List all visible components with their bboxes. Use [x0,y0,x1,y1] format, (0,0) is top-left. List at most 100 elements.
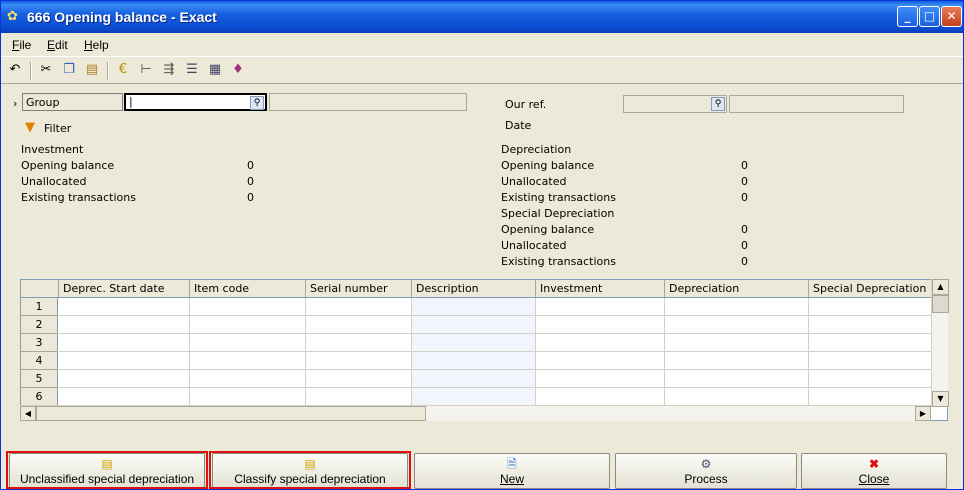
column-header-investment[interactable]: Investment [536,280,665,298]
cut-icon[interactable]: ✂ [37,61,55,79]
grid-cell[interactable] [306,370,412,388]
maximize-button[interactable]: □ [919,6,940,27]
row-header[interactable]: 3 [21,334,58,352]
depreciation-heading: Depreciation [501,143,572,156]
grid-cell[interactable] [809,298,933,316]
book-icon[interactable]: ♦ [229,61,247,79]
undo-icon[interactable]: ↶ [6,61,24,79]
group-lookup-icon[interactable]: ⚲ [250,96,264,110]
close-button[interactable]: ✖ Close [801,453,947,489]
menu-edit[interactable]: Edit [47,38,68,52]
scroll-left-button[interactable]: ◀ [20,406,36,421]
grid-cell[interactable] [809,316,933,334]
grid-cell[interactable] [809,352,933,370]
scroll-thumb[interactable] [932,295,949,313]
grid-cell[interactable] [665,298,809,316]
grid-cell[interactable] [190,334,306,352]
grid-cell[interactable] [59,316,190,334]
grid-cell[interactable] [536,370,665,388]
our-ref-label: Our ref. [505,98,547,111]
menu-help[interactable]: Help [84,38,109,52]
copy-icon[interactable]: ❐ [60,61,78,79]
grid-cell[interactable] [412,370,536,388]
main-window: ✿ 666 Opening balance - Exact _ □ ✕ File… [0,0,964,490]
list-icon[interactable]: ▦ [206,61,224,79]
date-label: Date [505,119,532,132]
highlight-box [209,451,411,489]
minimize-button[interactable]: _ [897,6,918,27]
grid-cell[interactable] [59,298,190,316]
grid-cell[interactable] [59,334,190,352]
scroll-up-button[interactable]: ▲ [932,279,949,295]
grid-cell[interactable] [536,334,665,352]
grid-cell[interactable] [306,298,412,316]
grid-cell[interactable] [665,352,809,370]
title-bar: ✿ 666 Opening balance - Exact _ □ ✕ [1,1,963,33]
new-document-icon: 🗎 [507,457,517,471]
grid-cell[interactable] [190,298,306,316]
scroll-down-button[interactable]: ▼ [932,391,949,407]
row-header[interactable]: 1 [21,298,58,316]
column-header-item-code[interactable]: Item code [190,280,306,298]
grid-cell[interactable] [665,316,809,334]
column-header-serial-number[interactable]: Serial number [306,280,412,298]
our-ref-lookup-icon[interactable]: ⚲ [711,97,725,111]
column-header-depreciation[interactable]: Depreciation [665,280,809,298]
horizontal-scrollbar[interactable]: ◀ ▶ [20,405,931,421]
investment-unallocated-value: 0 [247,175,254,188]
grid-cell[interactable] [306,352,412,370]
menu-file[interactable]: File [12,38,31,52]
row-header[interactable]: 4 [21,352,58,370]
vertical-scrollbar[interactable]: ▲ ▼ [931,279,949,407]
grid-cell[interactable] [412,316,536,334]
filter-link[interactable]: Filter [44,122,71,135]
preview-icon[interactable]: ☰ [183,61,201,79]
grid-cell[interactable] [809,388,933,406]
grid-cell[interactable] [412,352,536,370]
grid-cell[interactable] [306,388,412,406]
grid-cell[interactable] [190,316,306,334]
grid-cell[interactable] [536,388,665,406]
column-header-special-depreciation[interactable]: Special Depreciation [809,280,933,298]
special-opening-value: 0 [741,223,748,236]
link-icon[interactable]: ⊢ [137,61,155,79]
currency-icon[interactable]: € [114,61,132,79]
grid-cell[interactable] [809,370,933,388]
assets-grid[interactable]: Deprec. Start date Item code Serial numb… [20,279,948,421]
group-input[interactable]: | ⚲ [124,93,267,111]
grid-cell[interactable] [536,352,665,370]
row-header[interactable]: 2 [21,316,58,334]
window-title: 666 Opening balance - Exact [27,9,217,25]
grid-cell[interactable] [190,388,306,406]
scroll-right-button[interactable]: ▶ [915,406,931,421]
column-header-description[interactable]: Description [412,280,536,298]
gears-icon: ⚙ [700,457,712,471]
h-scroll-thumb[interactable] [36,406,426,421]
grid-cell[interactable] [59,370,190,388]
grid-cell[interactable] [809,334,933,352]
filter-icon[interactable]: ▼ [25,120,35,135]
grid-cell[interactable] [306,316,412,334]
grid-cell[interactable] [665,370,809,388]
grid-cell[interactable] [190,370,306,388]
grid-cell[interactable] [412,388,536,406]
grid-cell[interactable] [59,388,190,406]
grid-cell[interactable] [412,334,536,352]
column-header-deprec-start-date[interactable]: Deprec. Start date [59,280,190,298]
special-unallocated-label: Unallocated [501,239,567,252]
transfer-icon[interactable]: ⇶ [160,61,178,79]
row-header[interactable]: 6 [21,388,58,406]
grid-cell[interactable] [665,388,809,406]
new-button[interactable]: 🗎 New [414,453,610,489]
grid-cell[interactable] [190,352,306,370]
grid-cell[interactable] [536,298,665,316]
close-window-button[interactable]: ✕ [941,6,962,27]
paste-icon[interactable]: ▤ [83,61,101,79]
grid-cell[interactable] [536,316,665,334]
row-header[interactable]: 5 [21,370,58,388]
process-button[interactable]: ⚙ Process [615,453,797,489]
grid-cell[interactable] [412,298,536,316]
grid-cell[interactable] [665,334,809,352]
grid-cell[interactable] [59,352,190,370]
grid-cell[interactable] [306,334,412,352]
